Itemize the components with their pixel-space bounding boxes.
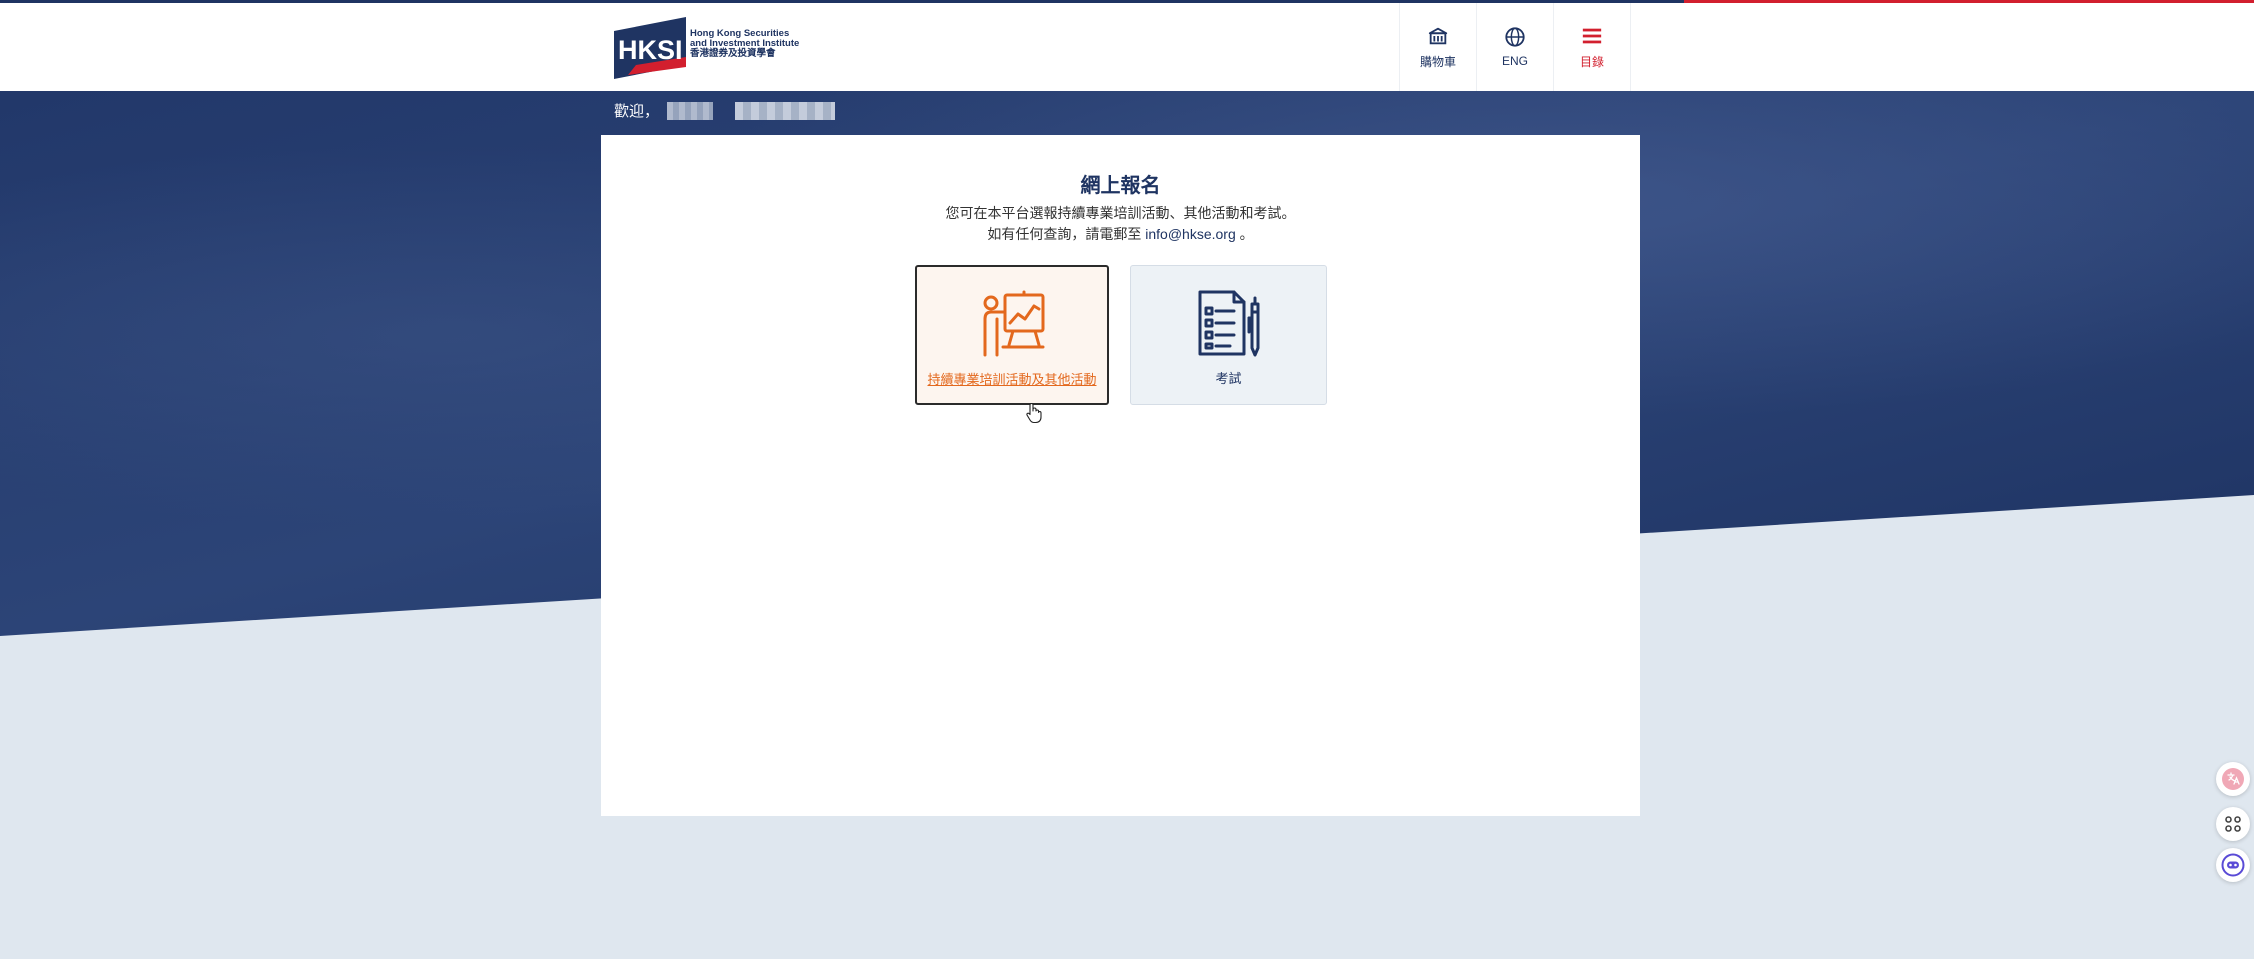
header-nav: 購物車 ENG 目錄 — [1399, 3, 1631, 91]
cart-icon — [1428, 27, 1448, 44]
redacted-id-block — [735, 101, 836, 120]
registration-card: 網上報名 您可在本平台選報持續專業培訓活動、其他活動和考試。 如有任何查詢，請電… — [601, 135, 1640, 816]
description-line2: 如有任何查詢，請電郵至 info@hkse.org 。 — [601, 224, 1640, 245]
globe-icon — [1505, 27, 1525, 47]
checklist-icon — [1198, 290, 1259, 357]
site-header: HKSI Hong Kong Securities and Investment… — [0, 3, 2254, 91]
logo-mark-text: HKSI — [618, 35, 683, 65]
logo-text: Hong Kong Securities and Investment Inst… — [690, 29, 799, 59]
description-line2-prefix: 如有任何查詢，請電郵至 — [987, 226, 1142, 242]
hksi-logo[interactable]: HKSI Hong Kong Securities and Investment… — [614, 17, 799, 79]
chat-assistant-icon — [2221, 853, 2245, 877]
cart-button[interactable]: 購物車 — [1399, 3, 1476, 91]
apps-grid-icon — [2225, 816, 2241, 832]
cpt-activities-label: 持續專業培訓活動及其他活動 — [927, 372, 1097, 387]
cpt-activities-option[interactable]: 持續專業培訓活動及其他活動 — [915, 265, 1109, 405]
examination-label: 考試 — [1215, 371, 1242, 386]
hksi-logo-mark: HKSI — [614, 17, 686, 79]
language-toggle[interactable]: ENG — [1476, 3, 1553, 91]
floating-translate-button[interactable] — [2216, 762, 2250, 796]
redacted-name-block — [667, 101, 714, 120]
presentation-icon — [983, 290, 1045, 357]
hamburger-menu-icon — [1582, 28, 1602, 43]
welcome-bar: 歡迎， — [614, 100, 836, 121]
floating-apps-button[interactable] — [2216, 807, 2250, 841]
translate-icon — [2222, 768, 2244, 790]
menu-label: 目錄 — [1579, 54, 1604, 69]
description-line2-suffix: 。 — [1239, 226, 1254, 242]
logo-name-zh: 香港證券及投資學會 — [690, 48, 776, 59]
floating-assistant-button[interactable] — [2216, 848, 2250, 882]
menu-button[interactable]: 目錄 — [1553, 3, 1631, 91]
welcome-label: 歡迎， — [614, 103, 660, 120]
page-description: 您可在本平台選報持續專業培訓活動、其他活動和考試。 如有任何查詢，請電郵至 in… — [601, 203, 1640, 245]
contact-email-link[interactable]: info@hkse.org — [1145, 226, 1235, 242]
language-label: ENG — [1501, 54, 1528, 68]
examination-option[interactable]: 考試 — [1130, 265, 1327, 405]
page-title: 網上報名 — [1080, 175, 1161, 197]
description-line1: 您可在本平台選報持續專業培訓活動、其他活動和考試。 — [945, 205, 1296, 221]
cart-label: 購物車 — [1419, 54, 1456, 69]
hand-cursor-icon — [1026, 402, 1042, 424]
